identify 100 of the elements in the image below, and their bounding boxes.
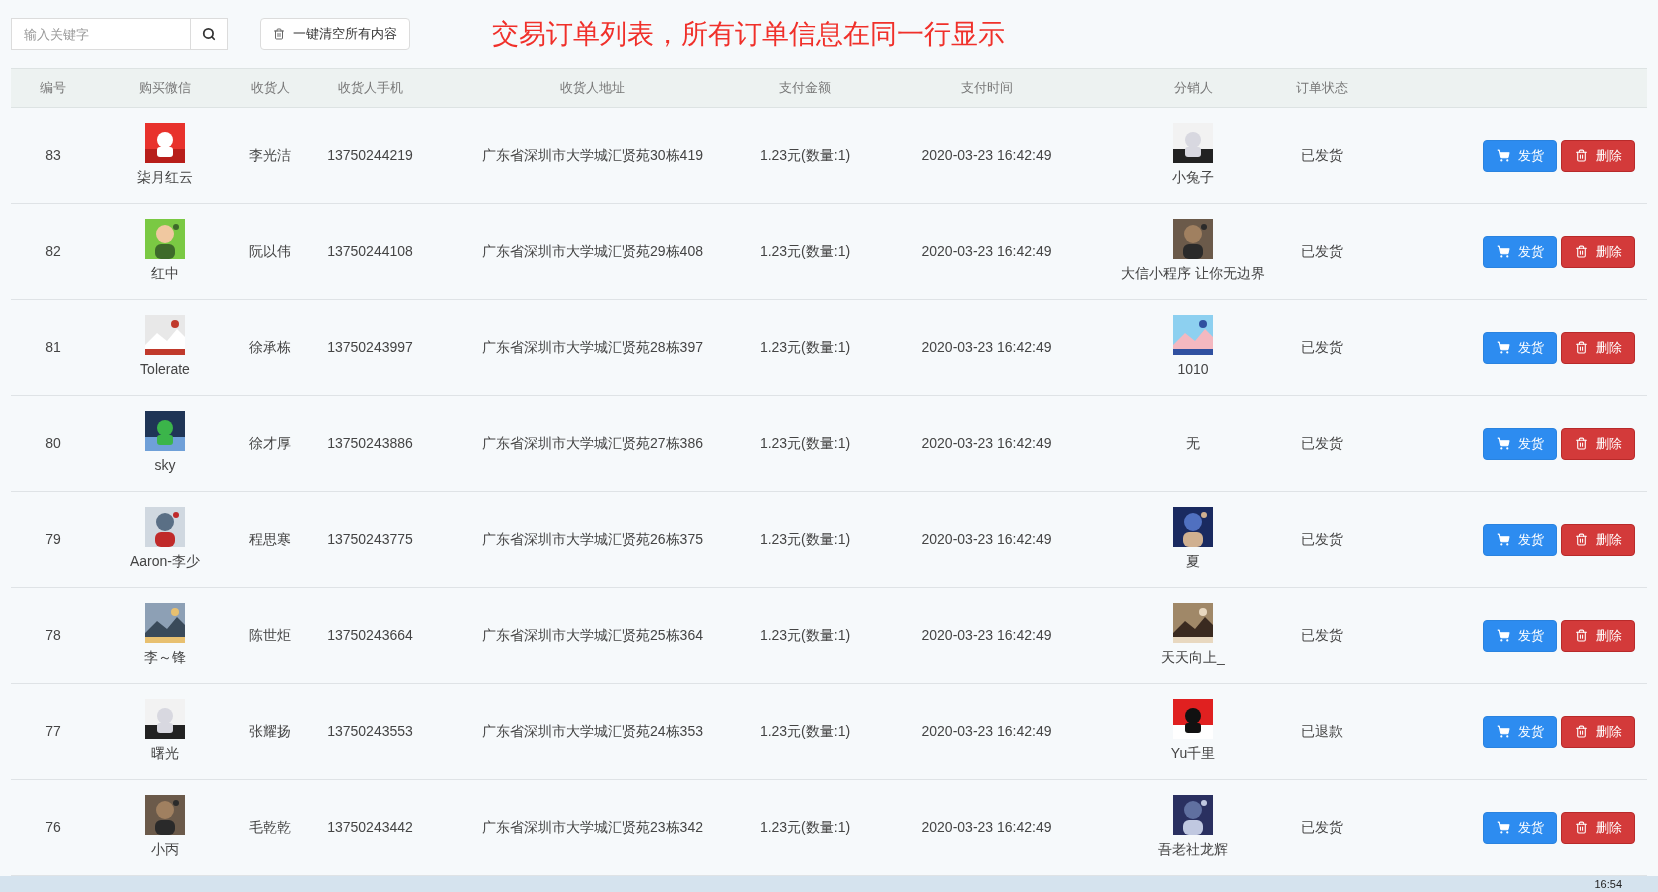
- delete-button[interactable]: 删除: [1561, 715, 1635, 748]
- column-header: 收货人手机: [337, 80, 403, 96]
- address: 广东省深圳市大学城汇贤苑29栋408: [482, 243, 703, 259]
- payment-time: 2020-03-23 16:42:49: [921, 723, 1052, 739]
- payment-time: 2020-03-23 16:42:49: [921, 819, 1052, 835]
- receiver-name: 陈世炬: [249, 627, 291, 643]
- order-number: 77: [45, 723, 61, 739]
- search-icon: [202, 27, 216, 41]
- ship-button[interactable]: 发货: [1483, 523, 1557, 556]
- receiver-name: 张耀扬: [249, 723, 291, 739]
- ship-button[interactable]: 发货: [1483, 619, 1557, 652]
- buyer-name: Tolerate: [140, 360, 190, 379]
- address: 广东省深圳市大学城汇贤苑23栋342: [482, 819, 703, 835]
- payment-time: 2020-03-23 16:42:49: [921, 531, 1052, 547]
- order-status: 已发货: [1301, 147, 1343, 163]
- order-number: 78: [45, 627, 61, 643]
- payment-time: 2020-03-23 16:42:49: [921, 435, 1052, 451]
- order-number: 76: [45, 819, 61, 835]
- amount: 1.23元(数量:1): [759, 243, 851, 259]
- amount: 1.23元(数量:1): [759, 819, 851, 835]
- delete-button[interactable]: 删除: [1561, 139, 1635, 172]
- ship-button[interactable]: 发货: [1483, 811, 1557, 844]
- amount: 1.23元(数量:1): [759, 147, 851, 163]
- order-status: 已发货: [1301, 435, 1343, 451]
- buyer-name: 李～锋: [144, 648, 186, 667]
- address: 广东省深圳市大学城汇贤苑24栋353: [482, 723, 703, 739]
- delete-button[interactable]: 删除: [1561, 427, 1635, 460]
- buyer-name: Aaron-李少: [130, 552, 200, 571]
- phone-number: 13750243886: [327, 435, 413, 451]
- cart-icon: [1496, 245, 1510, 258]
- phone-number: 13750244219: [327, 147, 413, 163]
- receiver-name: 程思寒: [249, 531, 291, 547]
- cart-icon: [1496, 725, 1510, 738]
- trash-icon: [273, 28, 285, 40]
- ship-button[interactable]: 发货: [1483, 331, 1557, 364]
- column-header: 购买微信: [139, 80, 191, 96]
- distributor-name: 天天向上_: [1161, 648, 1225, 667]
- buyer-name: 小丙: [151, 840, 179, 859]
- delete-button[interactable]: 删除: [1561, 811, 1635, 844]
- ship-button[interactable]: 发货: [1483, 139, 1557, 172]
- address: 广东省深圳市大学城汇贤苑27栋386: [482, 435, 703, 451]
- buyer-name: 红中: [151, 264, 179, 283]
- buyer-name: sky: [154, 456, 176, 475]
- delete-button[interactable]: 删除: [1561, 619, 1635, 652]
- phone-number: 13750243442: [327, 819, 413, 835]
- receiver-name: 李光洁: [249, 147, 291, 163]
- trash-icon: [1574, 725, 1588, 738]
- order-status: 已发货: [1301, 243, 1343, 259]
- trash-icon: [1574, 629, 1588, 642]
- search-field[interactable]: 输入关键字: [11, 18, 191, 50]
- cart-icon: [1496, 149, 1510, 162]
- buyer-name: 曙光: [151, 744, 179, 763]
- column-header: 订单状态: [1296, 80, 1348, 96]
- order-number: 80: [45, 435, 61, 451]
- column-header: 收货人地址: [560, 80, 625, 96]
- buyer-name: 柒月红云: [137, 168, 193, 187]
- amount: 1.23元(数量:1): [759, 723, 851, 739]
- ship-button[interactable]: 发货: [1483, 715, 1557, 748]
- column-header: 支付金额: [779, 80, 831, 96]
- phone-number: 13750243553: [327, 723, 413, 739]
- order-status: 已退款: [1301, 723, 1343, 739]
- order-number: 82: [45, 243, 61, 259]
- trash-icon: [1574, 245, 1588, 258]
- ship-button[interactable]: 发货: [1483, 427, 1557, 460]
- phone-number: 13750243997: [327, 339, 413, 355]
- trash-icon: [1574, 821, 1588, 834]
- amount: 1.23元(数量:1): [759, 627, 851, 643]
- delete-button[interactable]: 删除: [1561, 523, 1635, 556]
- phone-number: 13750243775: [327, 531, 413, 547]
- distributor-name: 吾老社龙辉: [1158, 840, 1228, 859]
- distributor-name: 1010: [1177, 360, 1209, 379]
- clear-all-button[interactable]: 一键清空所有内容: [260, 18, 410, 50]
- distributor-name: 大信小程序 让你无边界: [1121, 264, 1265, 283]
- ship-button[interactable]: 发货: [1483, 235, 1557, 268]
- amount: 1.23元(数量:1): [759, 435, 851, 451]
- address: 广东省深圳市大学城汇贤苑28栋397: [482, 339, 703, 355]
- distributor-name: 夏: [1186, 552, 1200, 571]
- column-header: 编号: [40, 80, 66, 96]
- trash-icon: [1574, 149, 1588, 162]
- address: 广东省深圳市大学城汇贤苑30栋419: [482, 147, 703, 163]
- payment-time: 2020-03-23 16:42:49: [921, 627, 1052, 643]
- cart-icon: [1496, 821, 1510, 834]
- phone-number: 13750243664: [327, 627, 413, 643]
- search-button[interactable]: [191, 18, 228, 50]
- distributor-name: 小兔子: [1172, 168, 1214, 187]
- column-header: 收货人: [250, 80, 290, 96]
- order-number: 79: [45, 531, 61, 547]
- trash-icon: [1574, 533, 1588, 546]
- receiver-name: 徐承栋: [249, 339, 291, 355]
- payment-time: 2020-03-23 16:42:49: [921, 339, 1052, 355]
- order-status: 已发货: [1301, 627, 1343, 643]
- trash-icon: [1574, 437, 1588, 450]
- order-status: 已发货: [1301, 531, 1343, 547]
- receiver-name: 阮以伟: [249, 243, 291, 259]
- amount: 1.23元(数量:1): [759, 339, 851, 355]
- cart-icon: [1496, 629, 1510, 642]
- order-number: 81: [45, 339, 61, 355]
- delete-button[interactable]: 删除: [1561, 235, 1635, 268]
- delete-button[interactable]: 删除: [1561, 331, 1635, 364]
- amount: 1.23元(数量:1): [759, 531, 851, 547]
